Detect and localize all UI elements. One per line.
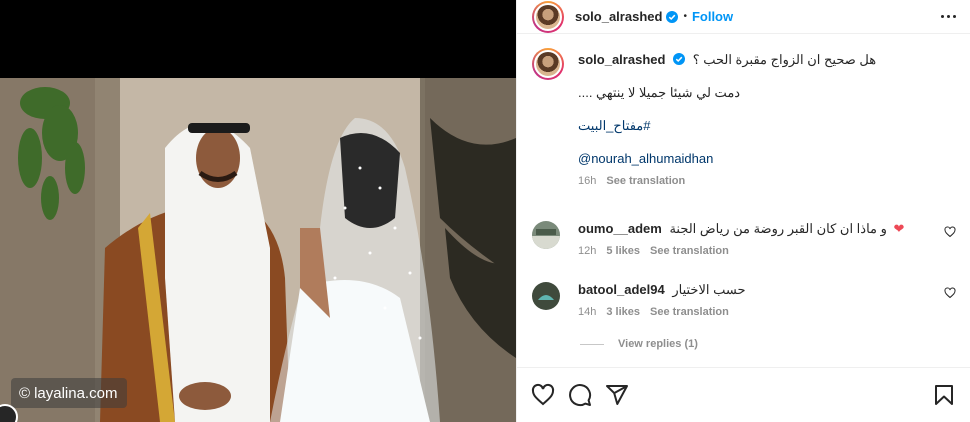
post-header: solo_alrashed • Follow <box>517 0 970 34</box>
comment-body: oumo__adem و ماذا ان كان القبر روضة من ر… <box>578 221 960 257</box>
post-image[interactable]: © layalina.com <box>0 78 516 422</box>
view-replies-label: View replies (1) <box>618 338 698 350</box>
red-heart-emoji: ❤ <box>893 221 905 236</box>
post-panel: solo_alrashed • Follow solo_alrashed هل … <box>516 0 970 422</box>
copyright-symbol: © <box>19 384 31 402</box>
comment-time[interactable]: 14h <box>578 306 596 318</box>
caption-see-translation[interactable]: See translation <box>606 175 685 187</box>
caption-mention-row: @nourah_alhumaidhan <box>578 151 956 167</box>
verified-badge-icon <box>666 10 679 23</box>
caption-avatar[interactable] <box>532 48 564 80</box>
comment-icon[interactable] <box>568 383 592 407</box>
header-separator: • <box>683 11 687 22</box>
photo-panel: © layalina.com <box>0 0 516 422</box>
comment-likes[interactable]: 5 likes <box>606 245 640 257</box>
watermark: © layalina.com <box>11 378 128 408</box>
like-icon[interactable] <box>531 383 555 407</box>
comment-meta: 14h 3 likes See translation <box>578 306 960 318</box>
bookmark-icon[interactable] <box>932 383 956 407</box>
follow-button[interactable]: Follow <box>692 9 733 24</box>
comment-item: batool_adel94 حسب الاختيار 14h 3 likes S… <box>532 282 960 318</box>
watermark-text: layalina.com <box>34 384 118 402</box>
instagram-post-view: © layalina.com solo_alrashed • Follow so… <box>0 0 970 422</box>
action-bar <box>517 367 970 422</box>
comment-text: و ماذا ان كان القبر روضة من رياض الجنة <box>669 221 887 236</box>
comment-like-icon[interactable] <box>944 226 956 238</box>
comment-likes[interactable]: 3 likes <box>606 306 640 318</box>
comment-item: oumo__adem و ماذا ان كان القبر روضة من ر… <box>532 221 960 257</box>
comment-see-translation[interactable]: See translation <box>650 306 729 318</box>
caption-text: هل صحيح ان الزواج مقبرة الحب ؟ <box>692 52 877 67</box>
replies-divider-line <box>580 343 604 345</box>
comment-avatar[interactable] <box>532 221 560 249</box>
author-username[interactable]: solo_alrashed <box>575 9 662 24</box>
photo-illustration <box>0 78 516 422</box>
caption-mention[interactable]: @nourah_alhumaidhan <box>578 151 713 166</box>
comment-like-icon[interactable] <box>944 287 956 299</box>
caption: solo_alrashed هل صحيح ان الزواج مقبرة ال… <box>532 48 956 187</box>
author-avatar[interactable] <box>532 0 564 33</box>
caption-time[interactable]: 16h <box>578 175 596 187</box>
comment-body: batool_adel94 حسب الاختيار 14h 3 likes S… <box>578 282 960 318</box>
caption-body: solo_alrashed هل صحيح ان الزواج مقبرة ال… <box>578 52 956 187</box>
more-options-icon[interactable] <box>941 15 956 18</box>
caption-hashtag-row: #مفتاح_البيت <box>578 118 956 134</box>
comment-username[interactable]: oumo__adem <box>578 221 662 236</box>
comment-meta: 12h 5 likes See translation <box>578 245 960 257</box>
comments-section: solo_alrashed هل صحيح ان الزواج مقبرة ال… <box>517 34 970 187</box>
caption-line-2: دمت لي شيئا جميلا لا ينتهي .... <box>578 85 741 100</box>
view-replies-button[interactable]: View replies (1) <box>580 338 698 350</box>
comment-text: حسب الاختيار <box>672 282 746 297</box>
share-icon[interactable] <box>605 383 629 407</box>
comment-time[interactable]: 12h <box>578 245 596 257</box>
caption-meta: 16h See translation <box>578 175 956 187</box>
verified-badge-icon <box>673 53 686 65</box>
caption-username[interactable]: solo_alrashed <box>578 52 665 67</box>
comment-username[interactable]: batool_adel94 <box>578 282 665 297</box>
comment-see-translation[interactable]: See translation <box>650 245 729 257</box>
comment-avatar[interactable] <box>532 282 560 310</box>
caption-hashtag[interactable]: #مفتاح_البيت <box>578 118 650 133</box>
